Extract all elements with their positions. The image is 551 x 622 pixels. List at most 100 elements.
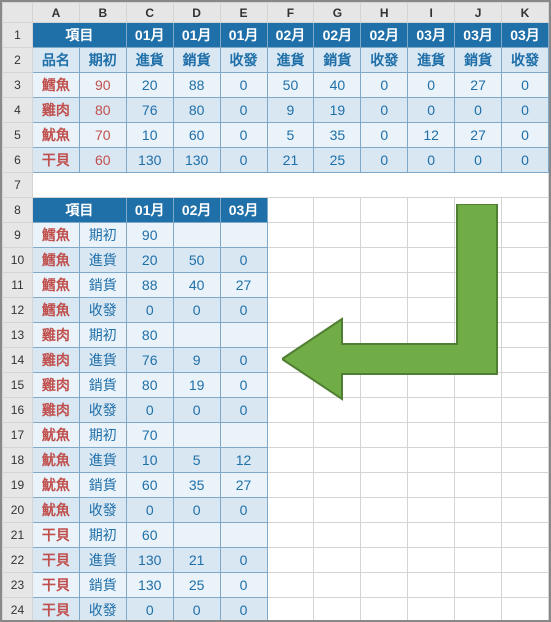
cell[interactable] bbox=[408, 223, 455, 248]
cell[interactable] bbox=[361, 523, 408, 548]
top-m01-3[interactable]: 01月 bbox=[220, 23, 267, 48]
cell[interactable]: 0 bbox=[126, 598, 173, 622]
cell[interactable] bbox=[361, 198, 408, 223]
cell[interactable] bbox=[408, 323, 455, 348]
cell[interactable] bbox=[361, 223, 408, 248]
cell[interactable]: 銷貨 bbox=[79, 373, 126, 398]
cell[interactable]: 鱈魚 bbox=[32, 298, 79, 323]
row-19[interactable]: 19 bbox=[3, 473, 33, 498]
cell[interactable]: 0 bbox=[455, 148, 502, 173]
row-10[interactable]: 10 bbox=[3, 248, 33, 273]
cell[interactable] bbox=[408, 523, 455, 548]
cell[interactable]: 80 bbox=[126, 323, 173, 348]
cell[interactable] bbox=[455, 223, 502, 248]
cell[interactable] bbox=[173, 423, 220, 448]
col-D[interactable]: D bbox=[173, 3, 220, 23]
cell[interactable]: 130 bbox=[173, 148, 220, 173]
cell[interactable] bbox=[502, 598, 549, 622]
cell[interactable] bbox=[408, 373, 455, 398]
row-13[interactable]: 13 bbox=[3, 323, 33, 348]
cell[interactable] bbox=[502, 248, 549, 273]
cell[interactable] bbox=[455, 248, 502, 273]
col-I[interactable]: I bbox=[408, 3, 455, 23]
cell[interactable]: 干貝 bbox=[32, 523, 79, 548]
cell[interactable] bbox=[267, 423, 314, 448]
cell[interactable] bbox=[173, 523, 220, 548]
cell[interactable] bbox=[314, 598, 361, 622]
cell[interactable] bbox=[267, 473, 314, 498]
cell[interactable] bbox=[314, 273, 361, 298]
col-K[interactable]: K bbox=[502, 3, 549, 23]
cell[interactable]: 0 bbox=[173, 498, 220, 523]
cell[interactable]: 10 bbox=[126, 123, 173, 148]
cell[interactable] bbox=[408, 598, 455, 622]
cell[interactable]: 0 bbox=[502, 98, 549, 123]
cell[interactable]: 雞肉 bbox=[32, 323, 79, 348]
cell[interactable] bbox=[267, 273, 314, 298]
cell[interactable]: 21 bbox=[173, 548, 220, 573]
top-m02-2[interactable]: 02月 bbox=[314, 23, 361, 48]
cell[interactable]: 5 bbox=[173, 448, 220, 473]
cell[interactable] bbox=[361, 298, 408, 323]
cell[interactable]: 80 bbox=[79, 98, 126, 123]
small-m1[interactable]: 01月 bbox=[126, 198, 173, 223]
cell[interactable]: 0 bbox=[220, 398, 267, 423]
row-5[interactable]: 5 bbox=[3, 123, 33, 148]
cell[interactable]: 收發 bbox=[79, 398, 126, 423]
cell[interactable] bbox=[267, 548, 314, 573]
cell[interactable]: 銷貨 bbox=[79, 273, 126, 298]
cell[interactable] bbox=[408, 248, 455, 273]
cell[interactable]: 40 bbox=[173, 273, 220, 298]
cell[interactable]: 90 bbox=[79, 73, 126, 98]
cell[interactable] bbox=[455, 473, 502, 498]
row-15[interactable]: 15 bbox=[3, 373, 33, 398]
cell[interactable] bbox=[314, 448, 361, 473]
cell[interactable] bbox=[173, 323, 220, 348]
row-3[interactable]: 3 bbox=[3, 73, 33, 98]
cell[interactable]: 10 bbox=[126, 448, 173, 473]
cell[interactable] bbox=[361, 348, 408, 373]
cell[interactable] bbox=[408, 448, 455, 473]
cell[interactable] bbox=[314, 198, 361, 223]
cell[interactable] bbox=[267, 348, 314, 373]
cell[interactable] bbox=[502, 548, 549, 573]
cell[interactable]: 鱈魚 bbox=[32, 248, 79, 273]
cell[interactable]: 0 bbox=[361, 123, 408, 148]
cell[interactable]: 0 bbox=[502, 123, 549, 148]
cell[interactable]: 鱈魚 bbox=[32, 73, 79, 98]
cell[interactable]: 進貨 bbox=[79, 448, 126, 473]
cell[interactable]: 干貝 bbox=[32, 548, 79, 573]
cell[interactable]: 90 bbox=[126, 223, 173, 248]
cell[interactable] bbox=[361, 323, 408, 348]
cell[interactable]: 魷魚 bbox=[32, 473, 79, 498]
cell[interactable]: 9 bbox=[267, 98, 314, 123]
cell[interactable] bbox=[408, 398, 455, 423]
cell[interactable]: 雞肉 bbox=[32, 373, 79, 398]
row-6[interactable]: 6 bbox=[3, 148, 33, 173]
cell[interactable] bbox=[314, 323, 361, 348]
cell[interactable] bbox=[361, 498, 408, 523]
cell[interactable]: 魷魚 bbox=[32, 423, 79, 448]
cell[interactable]: 76 bbox=[126, 98, 173, 123]
cell[interactable]: 0 bbox=[361, 148, 408, 173]
cell[interactable] bbox=[502, 298, 549, 323]
cell[interactable]: 0 bbox=[220, 148, 267, 173]
row-22[interactable]: 22 bbox=[3, 548, 33, 573]
cell[interactable]: 收發 bbox=[79, 498, 126, 523]
cell[interactable] bbox=[502, 573, 549, 598]
cell[interactable]: 60 bbox=[126, 473, 173, 498]
cell[interactable] bbox=[220, 523, 267, 548]
cell[interactable] bbox=[455, 373, 502, 398]
col-F[interactable]: F bbox=[267, 3, 314, 23]
row-17[interactable]: 17 bbox=[3, 423, 33, 448]
row-23[interactable]: 23 bbox=[3, 573, 33, 598]
cell[interactable]: 0 bbox=[220, 298, 267, 323]
cell[interactable]: 60 bbox=[79, 148, 126, 173]
top-c1[interactable]: 品名 bbox=[32, 48, 79, 73]
cell[interactable] bbox=[361, 373, 408, 398]
top-m03-1[interactable]: 03月 bbox=[408, 23, 455, 48]
cell[interactable] bbox=[314, 523, 361, 548]
cell[interactable]: 干貝 bbox=[32, 573, 79, 598]
cell[interactable] bbox=[314, 573, 361, 598]
cell[interactable] bbox=[267, 223, 314, 248]
